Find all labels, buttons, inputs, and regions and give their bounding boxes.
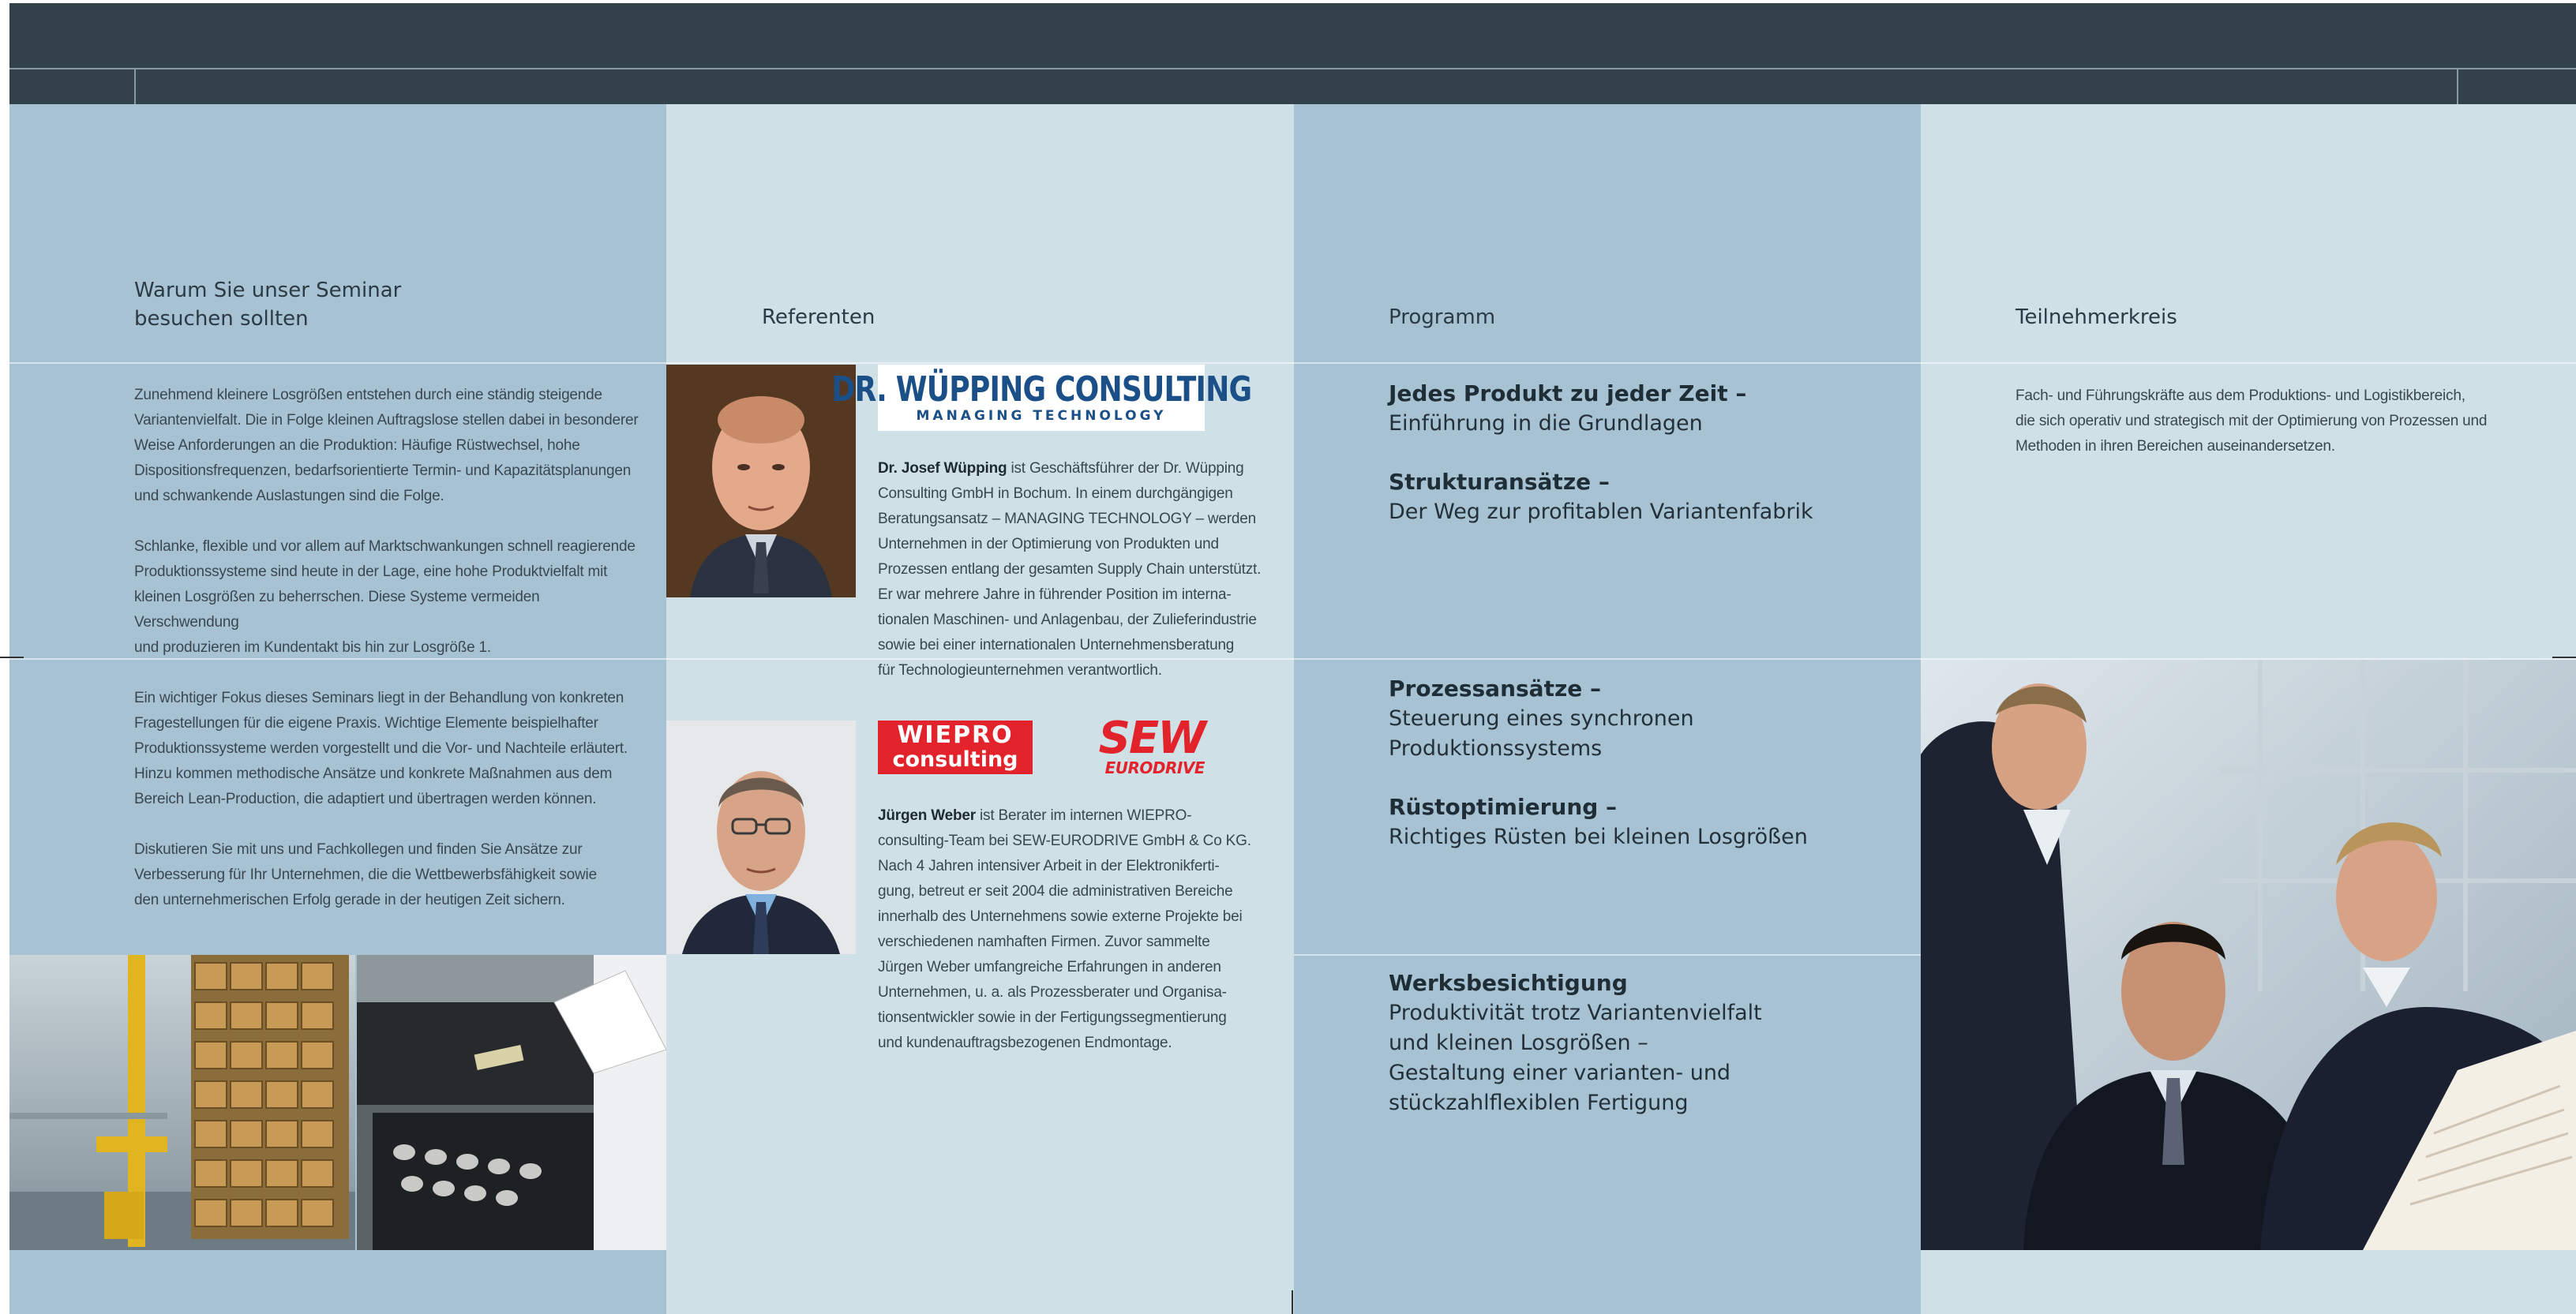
business-team-photo	[1921, 660, 2576, 1250]
crop-mark-left	[0, 657, 24, 658]
speakers-heading: Referenten	[762, 305, 876, 329]
sew-eurodrive-logo: SEW EURODRIVE	[1098, 713, 1206, 777]
audience-text: Fach- und Führungskräfte aus dem Produkt…	[2015, 387, 2488, 455]
speaker-2-portrait	[666, 721, 856, 954]
program-heading: Programm	[1389, 305, 1496, 329]
crop-mark-right	[2552, 657, 2576, 658]
why-attend-heading: Warum Sie unser Seminar besuchen sollten	[134, 279, 402, 331]
why-attend-paragraph-3: Ein wichtiger Fokus dieses Seminars lieg…	[134, 690, 628, 807]
program-item-5: Werksbesichtigung Produktivität trotz Va…	[1389, 970, 1762, 1115]
why-attend-paragraph-4: Diskutieren Sie mit uns und Fachkollegen…	[134, 841, 597, 908]
warehouse-photo	[9, 955, 355, 1250]
program-item-1: Jedes Produkt zu jeder Zeit – Einführung…	[1389, 380, 1747, 436]
wiepro-consulting-logo: WIEPRO consulting	[878, 721, 1033, 774]
top-bar-divider-right	[2457, 69, 2458, 104]
why-attend-paragraph-2: Schlanke, flexible und vor allem auf Mar…	[134, 538, 636, 656]
panel-speakers	[666, 104, 1294, 1314]
dr-wuepping-consulting-logo: DR. WÜPPING CONSULTING MANAGING TECHNOLO…	[831, 365, 1252, 431]
speaker-1-portrait	[666, 365, 856, 597]
program-item-4: Rüstoptimierung – Richtiges Rüsten bei k…	[1389, 794, 1808, 849]
crates-photo	[357, 955, 666, 1250]
speaker-2-name: Jürgen Weber	[878, 807, 976, 824]
top-bar-divider-left	[134, 69, 136, 104]
guide-line-1	[9, 362, 2576, 364]
guide-line-3	[1294, 954, 1921, 956]
speaker-1-bio: Dr. Josef Wüpping ist Geschäftsführer de…	[878, 460, 1262, 679]
program-item-2: Strukturansätze – Der Weg zur profitable…	[1389, 469, 1813, 524]
top-bar	[9, 3, 2576, 104]
why-attend-paragraph-1: Zunehmend kleinere Losgrößen entstehen d…	[134, 387, 639, 504]
program-item-3: Prozessansätze – Steuerung eines synchro…	[1389, 676, 1694, 761]
top-bar-rule	[9, 68, 2576, 69]
speaker-1-name: Dr. Josef Wüpping	[878, 460, 1007, 477]
audience-heading: Teilnehmerkreis	[2015, 305, 2177, 329]
crop-mark-bottom	[1292, 1290, 1293, 1314]
speaker-2-bio: Jürgen Weber ist Berater im internen WIE…	[878, 807, 1251, 1051]
